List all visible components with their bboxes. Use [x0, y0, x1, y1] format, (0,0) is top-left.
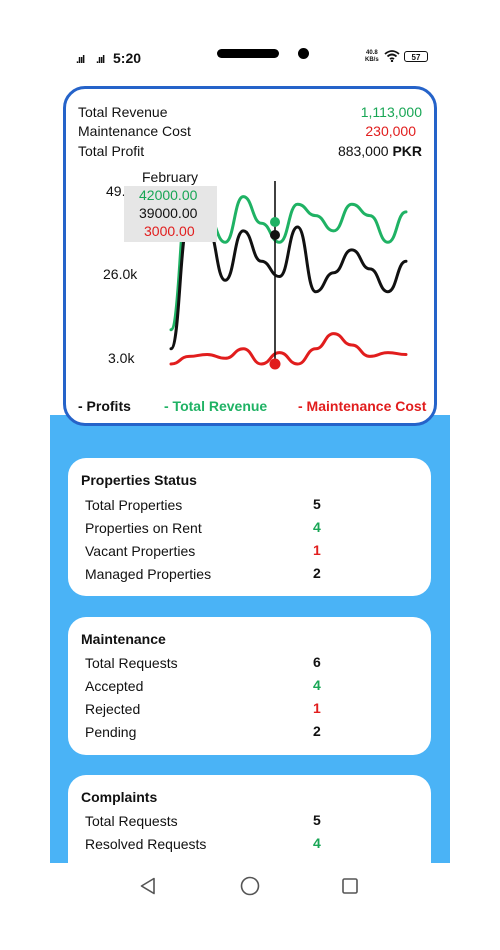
rejected-label: Rejected [85, 701, 141, 717]
legend-maintenance-cost: - Maintenance Cost [298, 398, 427, 414]
camera-notch [217, 49, 279, 58]
battery-icon: 57 [404, 51, 428, 62]
maintenance-total-requests-value: 6 [313, 654, 321, 670]
chart-tooltip: February 42000.00 39000.00 3000.00 [124, 169, 217, 242]
total-properties-label: Total Properties [85, 497, 183, 513]
managed-properties-label: Managed Properties [85, 566, 212, 582]
total-properties-value: 5 [313, 496, 321, 512]
complaints-total-requests-value: 5 [313, 812, 321, 828]
legend-total-revenue: - Total Revenue [164, 398, 268, 414]
y-tick-label: 26.0k [103, 266, 138, 282]
status-bar: .ııl .ııl 5:20 40.8 KB/s 57 [0, 0, 500, 80]
tooltip-maintenance: 3000.00 [144, 223, 195, 239]
accepted-value: 4 [313, 677, 321, 693]
revenue-card: Total Revenue 1,113,000 Maintenance Cost… [63, 86, 437, 426]
resolved-requests-value: 4 [313, 835, 321, 851]
y-tick-label: 3.0k [108, 350, 135, 366]
home-icon[interactable] [240, 876, 260, 896]
maintenance-title: Maintenance [81, 631, 166, 647]
vacant-properties-value: 1 [313, 542, 321, 558]
maintenance-total-requests-label: Total Requests [85, 655, 178, 671]
properties-status-card[interactable]: Properties Status Total Properties 5 Pro… [68, 458, 431, 596]
series-line-maintenance-cost [169, 332, 408, 366]
maintenance-point-highlight [269, 358, 281, 370]
profit-point-highlight [270, 230, 280, 240]
rejected-value: 1 [313, 700, 321, 716]
pending-label: Pending [85, 724, 137, 740]
properties-on-rent-label: Properties on Rent [85, 520, 202, 536]
tooltip-title: February [142, 169, 198, 185]
pending-value: 2 [313, 723, 321, 739]
vacant-properties-label: Vacant Properties [85, 543, 196, 559]
revenue-point-highlight [270, 217, 280, 227]
signal-icon-2: .ııl [96, 54, 105, 66]
tooltip-revenue: 42000.00 [139, 187, 198, 203]
tooltip-profit: 39000.00 [139, 205, 198, 221]
camera-dot [298, 48, 309, 59]
complaints-title: Complaints [81, 789, 158, 805]
properties-status-title: Properties Status [81, 472, 197, 488]
net-speed: 40.8 KB/s [365, 50, 379, 63]
back-icon[interactable] [139, 877, 157, 895]
signal-icon: .ııl [76, 54, 85, 66]
recents-icon[interactable] [341, 877, 359, 895]
resolved-requests-label: Resolved Requests [85, 836, 207, 852]
properties-on-rent-value: 4 [313, 519, 321, 535]
y-tick-label: 49. [106, 183, 125, 199]
wifi-icon [384, 50, 400, 62]
managed-properties-value: 2 [313, 565, 321, 581]
accepted-label: Accepted [85, 678, 144, 694]
legend-profits: - Profits [78, 398, 131, 414]
maintenance-card[interactable]: Maintenance Total Requests 6 Accepted 4 … [68, 617, 431, 755]
status-time: 5:20 [113, 50, 142, 66]
revenue-chart[interactable]: 49. 26.0k 3.0k February 42000.00 39000.00 … [66, 89, 434, 423]
complaints-total-requests-label: Total Requests [85, 813, 178, 829]
navigation-bar [0, 863, 500, 950]
